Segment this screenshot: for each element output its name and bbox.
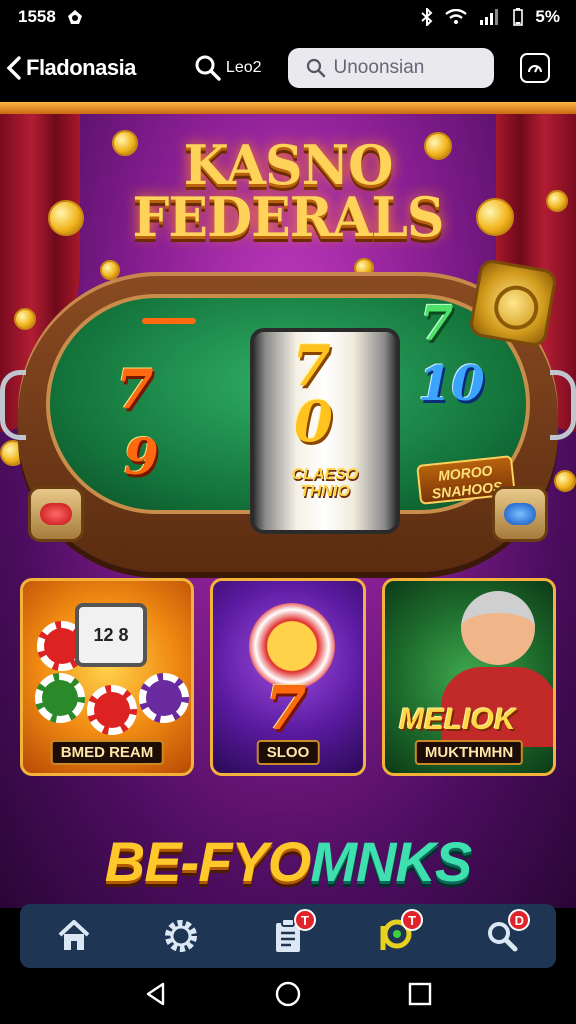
chip-icon	[87, 685, 137, 735]
reel-line	[142, 318, 196, 324]
search-icon	[195, 55, 221, 81]
curtain-valance	[0, 102, 576, 114]
reel-symbol: 10	[418, 356, 485, 412]
reel-symbol: 0	[294, 389, 333, 455]
square-recents-icon	[409, 982, 432, 1005]
chip-icon	[139, 673, 189, 723]
search-placeholder: Unoonsian	[333, 57, 425, 78]
machine-handle-left	[0, 370, 26, 440]
search-button-label: Leo2	[225, 59, 262, 76]
stop-button[interactable]	[28, 486, 84, 542]
notification-badge: T	[293, 909, 316, 931]
system-home-button[interactable]	[274, 980, 302, 1013]
promo-stage: KASNO FEDERALS 7 9 7 0 CLAESO THNIO 7 10…	[0, 102, 576, 908]
game-card[interactable]: 7 SLOO	[210, 578, 366, 776]
game-card-label: MUKTHMHN	[414, 740, 524, 765]
seven-symbol: 7	[265, 674, 307, 744]
app-top-bar: Fladonasia Leo2 Unoonsian	[0, 34, 576, 102]
battery-icon	[513, 8, 524, 26]
notification-badge: D	[508, 909, 531, 931]
signal-icon	[480, 9, 499, 25]
banner-text-a: BE-FYO	[104, 830, 312, 893]
wifi-icon	[445, 9, 468, 24]
system-back-button[interactable]	[143, 981, 169, 1012]
casino-logo: KASNO FEDERALS	[0, 138, 576, 250]
nav-search[interactable]: D	[472, 909, 532, 961]
chip-icon	[35, 673, 85, 723]
machine-handle-right	[550, 370, 576, 440]
spin-button[interactable]	[492, 486, 548, 542]
mini-reel: 12 8	[75, 603, 147, 667]
coin-decoration	[554, 470, 576, 492]
search-input[interactable]: Unoonsian	[287, 48, 494, 88]
reel-label-line-1: CLAESO	[291, 466, 359, 483]
coin-decoration	[14, 308, 36, 330]
battery-percent: 5%	[535, 7, 560, 26]
status-right: 5%	[421, 7, 560, 27]
wheel-badge	[467, 257, 559, 349]
game-card-title: MELIOK	[399, 703, 516, 736]
nav-tasks[interactable]: T	[258, 909, 318, 961]
reel-symbol: 9	[124, 427, 159, 486]
gauge-icon	[527, 65, 542, 73]
reel-label-line-2: THNIO	[300, 483, 350, 500]
game-cards: 12 8 BMED REAM 7 SLOO MELIOK MUKTHMHN	[20, 578, 556, 778]
game-card-label: SLOO	[256, 740, 320, 765]
rewards-button[interactable]	[519, 53, 550, 83]
character-avatar	[461, 591, 535, 665]
triangle-back-icon	[146, 982, 164, 1005]
promo-banner: BE-FYOMNKS	[0, 832, 576, 892]
logo-line-2: FEDERALS	[132, 185, 445, 250]
chevron-left-icon	[6, 56, 21, 80]
nav-home[interactable]	[44, 911, 104, 961]
slot-machine[interactable]: 7 9 7 0 CLAESO THNIO 7 10 MOROO SNAHOOS	[0, 257, 576, 572]
reel-label: CLAESO THNIO	[264, 466, 386, 500]
search-icon	[306, 58, 325, 78]
circle-home-icon	[275, 981, 301, 1006]
nav-settings[interactable]	[151, 911, 211, 961]
machine-screen: 7 9 7 0 CLAESO THNIO 7 10 MOROO SNAHOOS	[46, 294, 530, 534]
status-bar: 1558 5%	[0, 0, 576, 34]
home-icon	[58, 920, 89, 950]
game-card-label: BMED REAM	[50, 740, 164, 765]
back-label: Fladonasia	[26, 55, 136, 80]
banner-text-b: MNKS	[310, 830, 472, 893]
reel-symbol: 7	[292, 333, 331, 399]
gear-icon	[164, 920, 197, 952]
nav-points[interactable]: T	[365, 909, 425, 961]
game-card[interactable]: 12 8 BMED REAM	[20, 578, 194, 776]
center-reel: 7 0 CLAESO THNIO	[250, 328, 400, 534]
reel-symbol: 7	[420, 296, 454, 352]
notification-badge: T	[401, 909, 424, 931]
system-recents-button[interactable]	[407, 981, 433, 1012]
back-button[interactable]: Fladonasia	[6, 43, 136, 93]
notification-icon	[67, 10, 82, 24]
bluetooth-icon	[421, 8, 433, 26]
game-card[interactable]: MELIOK MUKTHMHN	[382, 578, 556, 776]
system-nav-bar	[0, 968, 576, 1024]
search-button[interactable]: Leo2	[194, 54, 262, 82]
status-time: 1558	[18, 7, 56, 26]
bottom-nav: T T D	[20, 904, 556, 968]
status-left: 1558	[18, 7, 84, 27]
reel-symbol: 7	[116, 357, 154, 421]
